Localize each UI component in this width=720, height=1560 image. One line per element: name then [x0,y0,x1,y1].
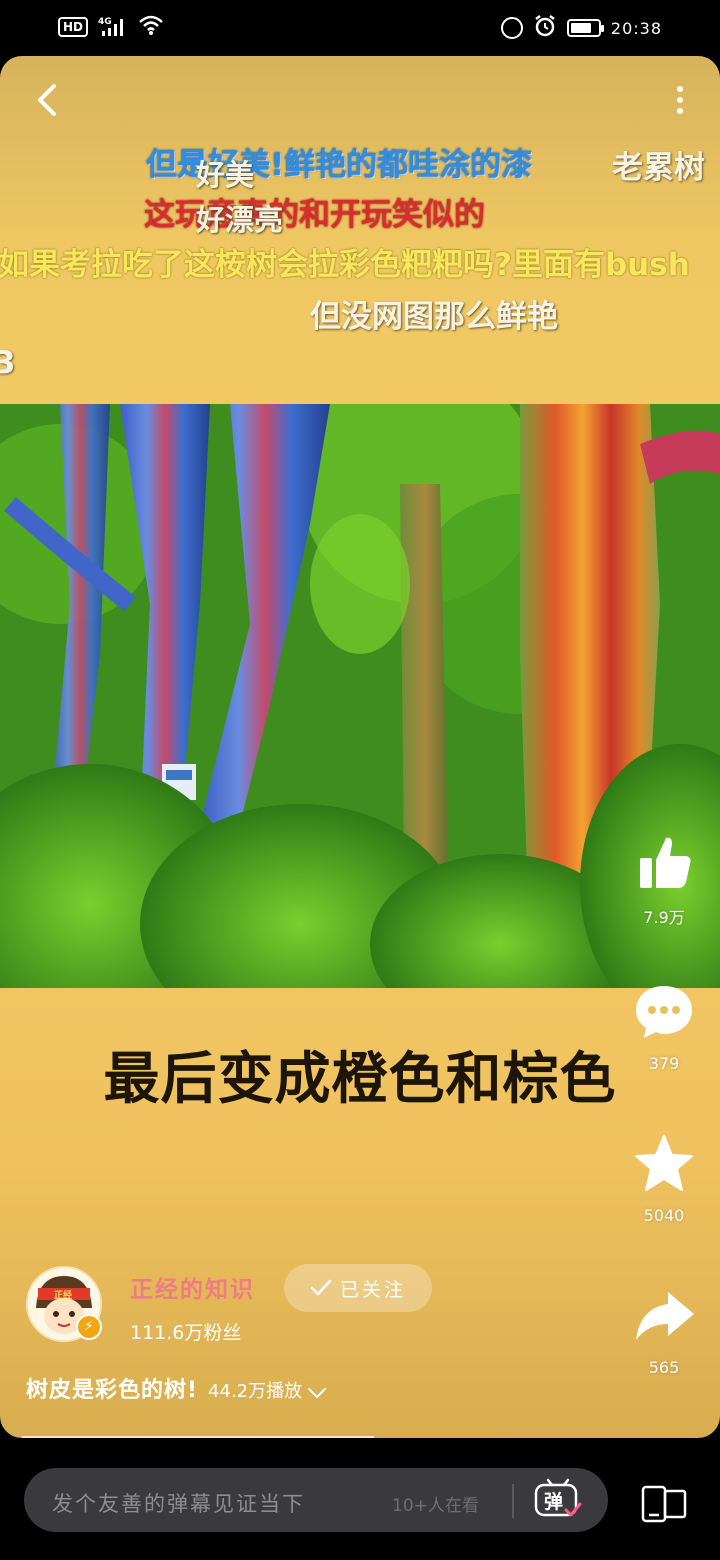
more-icon [677,86,683,92]
signal-icon: 4G [98,15,128,40]
wifi-icon [138,14,164,40]
like-button[interactable]: 7.9万 [624,830,704,928]
danmaku-toggle-button[interactable]: 弹 [532,1476,584,1522]
checkmark-icon [310,1279,332,1296]
star-icon [635,1135,693,1191]
status-bar: HD 4G 20:38 [0,0,720,56]
clock: 20:38 [610,18,662,38]
thumbs-up-icon [640,837,691,888]
danmaku-comment: 好美 [196,158,255,192]
video-title-row[interactable]: 树皮是彩色的树! 44.2万播放 [26,1372,327,1404]
more-options-button[interactable] [668,78,692,122]
svg-text:4G: 4G [98,17,112,27]
favorite-count: 5040 [643,1206,685,1225]
share-count: 565 [648,1358,680,1377]
chevron-down-icon [308,1387,327,1398]
rainbow-eucalyptus-image [0,404,720,988]
alarm-icon [533,14,557,42]
followed-button[interactable]: 已关注 [284,1264,432,1312]
author-fans: 111.6万粉丝 [130,1322,242,1344]
share-arrow-icon [636,1292,694,1340]
danmaku-input-placeholder: 发个友善的弹幕见证当下 [52,1492,305,1516]
screen-mode-icon [641,1485,687,1523]
watching-count: 10+人在看 [392,1496,479,1516]
comment-button[interactable]: 379 [624,980,704,1073]
video-player[interactable]: 但是好美!鲜艳的都哇涂的漆 好美 老累树 这玩意真的和开玩笑似的 好漂亮 如果考… [0,56,720,1438]
comment-bubble-icon [636,986,692,1038]
hd-badge: HD [58,17,89,37]
video-caption: 最后变成橙色和棕色 [103,1047,617,1112]
danmaku-comment: 老累树 [612,150,705,186]
bottom-bar: 发个友善的弹幕见证当下 10+人在看 弹 [0,1438,720,1560]
danmaku-comment: 如果考拉吃了这桉树会拉彩色粑粑吗?里面有bush [0,247,690,283]
nfc-icon [500,17,523,39]
danmaku-comment: 但没网图那么鲜艳 [310,299,558,335]
divider [512,1484,514,1518]
danmaku-comment: 好漂亮 [196,203,284,237]
svg-text:弹: 弹 [544,1490,563,1513]
danmaku-comment: 3 [0,345,16,381]
like-count: 7.9万 [643,908,685,927]
comment-count: 379 [648,1054,680,1073]
author-name[interactable]: 正经的知识 [130,1270,255,1304]
screen-rotate-button[interactable] [640,1484,688,1524]
share-button[interactable]: 565 [624,1284,704,1377]
danmaku-icon: 弹 [534,1478,582,1517]
battery-icon [566,19,604,37]
back-button[interactable] [26,78,70,122]
play-count: 44.2万播放 [208,1381,303,1402]
favorite-button[interactable]: 5040 [624,1132,704,1225]
chevron-left-icon [38,84,56,116]
danmaku-input[interactable]: 发个友善的弹幕见证当下 10+人在看 弹 [24,1468,608,1532]
follow-label: 已关注 [339,1278,406,1301]
lightning-badge-icon: ⚡ [76,1314,102,1340]
video-title: 树皮是彩色的树! [26,1378,199,1403]
